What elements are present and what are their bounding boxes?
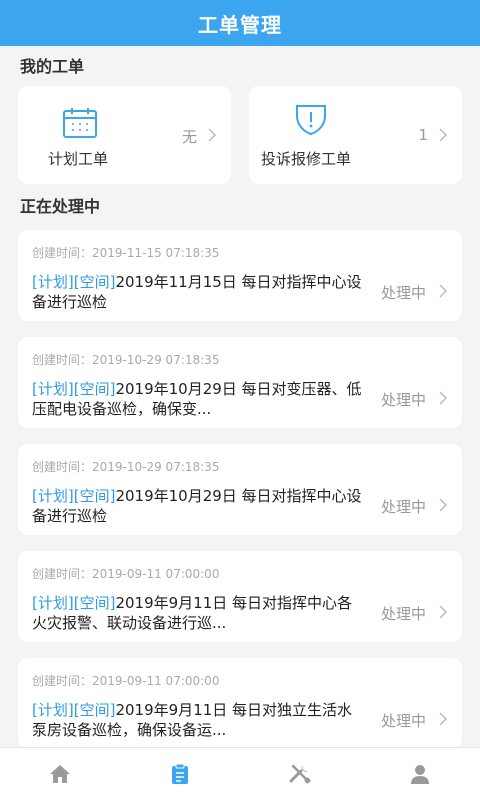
tab-tools[interactable] <box>240 748 360 800</box>
list-item[interactable]: 创建时间：2019-11-15 07:18:35 [计划][空间]2019年11… <box>18 230 462 321</box>
tools-icon <box>289 764 311 784</box>
chevron-right-icon <box>208 128 217 142</box>
order-title: [计划][空间]2019年9月11日 每日对独立生活水泵房设备巡检，确保设备运.… <box>32 700 362 740</box>
space-tag: [空间] <box>73 487 116 505</box>
clipboard-icon <box>172 763 188 784</box>
space-tag: [空间] <box>73 701 116 719</box>
complaint-order-count: 1 <box>418 126 428 144</box>
chevron-right-icon <box>439 391 448 405</box>
shield-alert-icon <box>296 105 326 136</box>
chevron-right-icon <box>439 712 448 726</box>
bottom-tab-bar <box>0 747 480 800</box>
space-tag: [空间] <box>73 380 116 398</box>
plan-tag: [计划] <box>32 594 74 612</box>
created-time: 创建时间：2019-09-11 07:00:00 <box>32 674 220 688</box>
created-time: 创建时间：2019-10-29 07:18:35 <box>32 460 220 474</box>
home-icon <box>50 765 70 783</box>
created-time: 创建时间：2019-09-11 07:00:00 <box>32 567 220 581</box>
app-header: 工单管理 <box>0 0 480 46</box>
plan-order-card[interactable]: 计划工单 无 <box>18 86 231 184</box>
page-title: 工单管理 <box>198 12 282 37</box>
space-tag: [空间] <box>73 273 116 291</box>
status-label: 处理中 <box>380 391 426 409</box>
space-tag: [空间] <box>73 594 116 612</box>
calendar-icon <box>63 108 97 138</box>
list-item[interactable]: 创建时间：2019-10-29 07:18:35 [计划][空间]2019年10… <box>18 444 462 535</box>
order-title: [计划][空间]2019年9月11日 每日对指挥中心各火灾报警、联动设备进行巡.… <box>32 593 362 633</box>
tab-home[interactable] <box>0 748 120 800</box>
user-icon <box>411 765 429 784</box>
plan-tag: [计划] <box>32 487 74 505</box>
order-title: [计划][空间]2019年11月15日 每日对指挥中心设备进行巡检 <box>32 272 362 312</box>
plan-order-count: 无 <box>181 128 197 146</box>
created-time: 创建时间：2019-10-29 07:18:35 <box>32 353 220 367</box>
complaint-order-card[interactable]: 投诉报修工单 1 <box>249 86 462 184</box>
processing-title: 正在处理中 <box>20 197 101 216</box>
status-label: 处理中 <box>380 712 426 730</box>
status-label: 处理中 <box>380 605 426 623</box>
plan-tag: [计划] <box>32 380 74 398</box>
my-orders-cards: 计划工单 无 投诉报修工单 1 <box>0 86 480 184</box>
my-orders-title: 我的工单 <box>20 57 85 76</box>
chevron-right-icon <box>439 605 448 619</box>
chevron-right-icon <box>439 284 448 298</box>
order-title: [计划][空间]2019年10月29日 每日对指挥中心设备进行巡检 <box>32 486 362 526</box>
processing-list: 创建时间：2019-11-15 07:18:35 [计划][空间]2019年11… <box>0 230 480 749</box>
plan-tag: [计划] <box>32 273 74 291</box>
plan-order-label: 计划工单 <box>48 150 109 168</box>
created-time: 创建时间：2019-11-15 07:18:35 <box>32 246 220 260</box>
list-item[interactable]: 创建时间：2019-09-11 07:00:00 [计划][空间]2019年9月… <box>18 658 462 749</box>
chevron-right-icon <box>439 128 448 142</box>
tab-profile[interactable] <box>360 748 480 800</box>
chevron-right-icon <box>439 498 448 512</box>
order-title: [计划][空间]2019年10月29日 每日对变压器、低压配电设备巡检，确保变.… <box>32 379 362 419</box>
list-item[interactable]: 创建时间：2019-10-29 07:18:35 [计划][空间]2019年10… <box>18 337 462 428</box>
tab-work-orders[interactable] <box>120 748 240 800</box>
plan-tag: [计划] <box>32 701 74 719</box>
status-label: 处理中 <box>380 284 426 302</box>
status-label: 处理中 <box>380 498 426 516</box>
complaint-order-label: 投诉报修工单 <box>261 150 352 168</box>
list-item[interactable]: 创建时间：2019-09-11 07:00:00 [计划][空间]2019年9月… <box>18 551 462 642</box>
